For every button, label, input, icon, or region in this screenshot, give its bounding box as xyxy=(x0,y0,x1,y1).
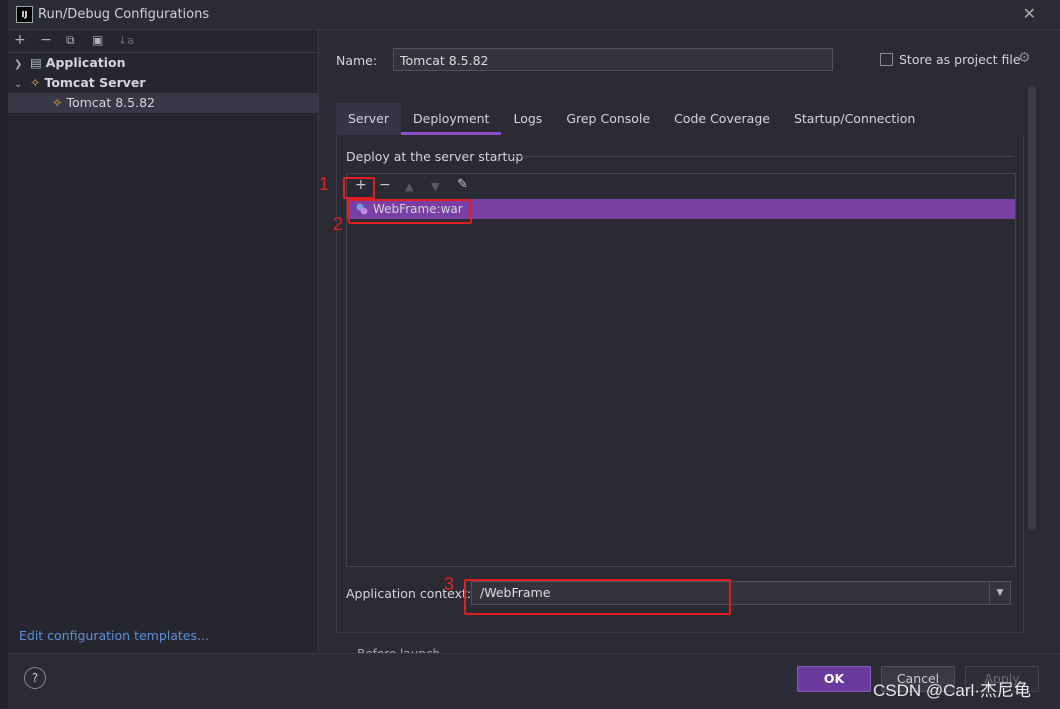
tree-toolbar: + − ⧉ ▣ ↓a xyxy=(8,30,318,53)
tomcat-icon: ✧ xyxy=(52,95,63,110)
name-field[interactable]: Tomcat 8.5.82 xyxy=(393,48,833,71)
add-icon[interactable]: + xyxy=(14,32,26,48)
config-tree-panel: + − ⧉ ▣ ↓a ❯ ▤ Application ⌄ ✧ Tomcat Se… xyxy=(8,30,319,653)
edit-templates-link[interactable]: Edit configuration templates... xyxy=(19,628,209,643)
annotation-number-2: 2 xyxy=(333,214,344,234)
separator xyxy=(512,156,1014,157)
tree-item-label: Tomcat Server xyxy=(44,75,146,90)
chevron-down-icon[interactable]: ⌄ xyxy=(14,75,26,95)
tomcat-icon: ✧ xyxy=(29,75,41,90)
tree-item-tomcat-config[interactable]: ✧ Tomcat 8.5.82 xyxy=(8,93,318,113)
folder-icon[interactable]: ▣ xyxy=(92,33,103,47)
vertical-scrollbar[interactable] xyxy=(1028,85,1036,530)
tab-code-coverage[interactable]: Code Coverage xyxy=(662,103,782,135)
tree-item-tomcat-server[interactable]: ⌄ ✧ Tomcat Server xyxy=(14,73,314,93)
deploy-section-label: Deploy at the server startup xyxy=(346,149,524,164)
tab-logs[interactable]: Logs xyxy=(501,103,554,135)
ok-button[interactable]: OK xyxy=(797,666,871,692)
move-down-icon[interactable]: ▼ xyxy=(431,180,439,193)
remove-icon[interactable]: − xyxy=(40,32,52,48)
store-as-project-file-checkbox[interactable]: Store as project file xyxy=(880,52,1021,67)
annotation-number-1: 1 xyxy=(319,174,330,194)
move-up-icon[interactable]: ▲ xyxy=(405,180,413,193)
tree-item-label: Tomcat 8.5.82 xyxy=(66,95,155,110)
intellij-icon: IJ xyxy=(16,6,33,23)
store-label: Store as project file xyxy=(899,52,1021,67)
remove-artifact-icon[interactable]: − xyxy=(379,177,391,193)
tree-item-application[interactable]: ❯ ▤ Application xyxy=(14,53,314,73)
copy-icon[interactable]: ⧉ xyxy=(66,33,75,48)
help-icon[interactable]: ? xyxy=(24,667,46,689)
annotation-number-3: 3 xyxy=(444,574,455,594)
gear-icon[interactable]: ⚙ xyxy=(1018,50,1031,66)
config-editor-panel: Name: Tomcat 8.5.82 Store as project fil… xyxy=(319,30,1060,653)
tab-server[interactable]: Server xyxy=(336,103,401,135)
editor-edge xyxy=(0,0,8,708)
artifact-toolbar: + − ▲ ▼ ✎ xyxy=(347,174,1015,198)
tab-bar: Server Deployment Logs Grep Console Code Cov… xyxy=(336,103,927,135)
tab-grep-console[interactable]: Grep Console xyxy=(554,103,662,135)
name-label: Name: xyxy=(336,53,378,68)
chevron-down-icon[interactable]: ▼ xyxy=(989,582,1010,604)
close-icon[interactable]: ✕ xyxy=(1023,4,1036,23)
annotation-box-context xyxy=(464,579,731,615)
window-title: Run/Debug Configurations xyxy=(38,7,210,22)
title-bar: IJ Run/Debug Configurations ✕ xyxy=(8,0,1060,30)
tab-startup-connection[interactable]: Startup/Connection xyxy=(782,103,927,135)
artifact-list: + − ▲ ▼ ✎ WebFrame:war xyxy=(346,173,1016,567)
annotation-box-add xyxy=(343,177,375,199)
tab-deployment[interactable]: Deployment xyxy=(401,103,502,135)
application-icon: ▤ xyxy=(29,55,42,70)
checkbox-icon[interactable] xyxy=(880,53,893,66)
watermark: CSDN @Carl·杰尼龟 xyxy=(873,681,1031,700)
sort-icon[interactable]: ↓a xyxy=(118,34,134,47)
chevron-right-icon[interactable]: ❯ xyxy=(14,55,26,75)
tree-item-label: Application xyxy=(45,55,126,70)
edit-pencil-icon[interactable]: ✎ xyxy=(457,177,468,192)
annotation-box-artifact xyxy=(348,199,472,224)
